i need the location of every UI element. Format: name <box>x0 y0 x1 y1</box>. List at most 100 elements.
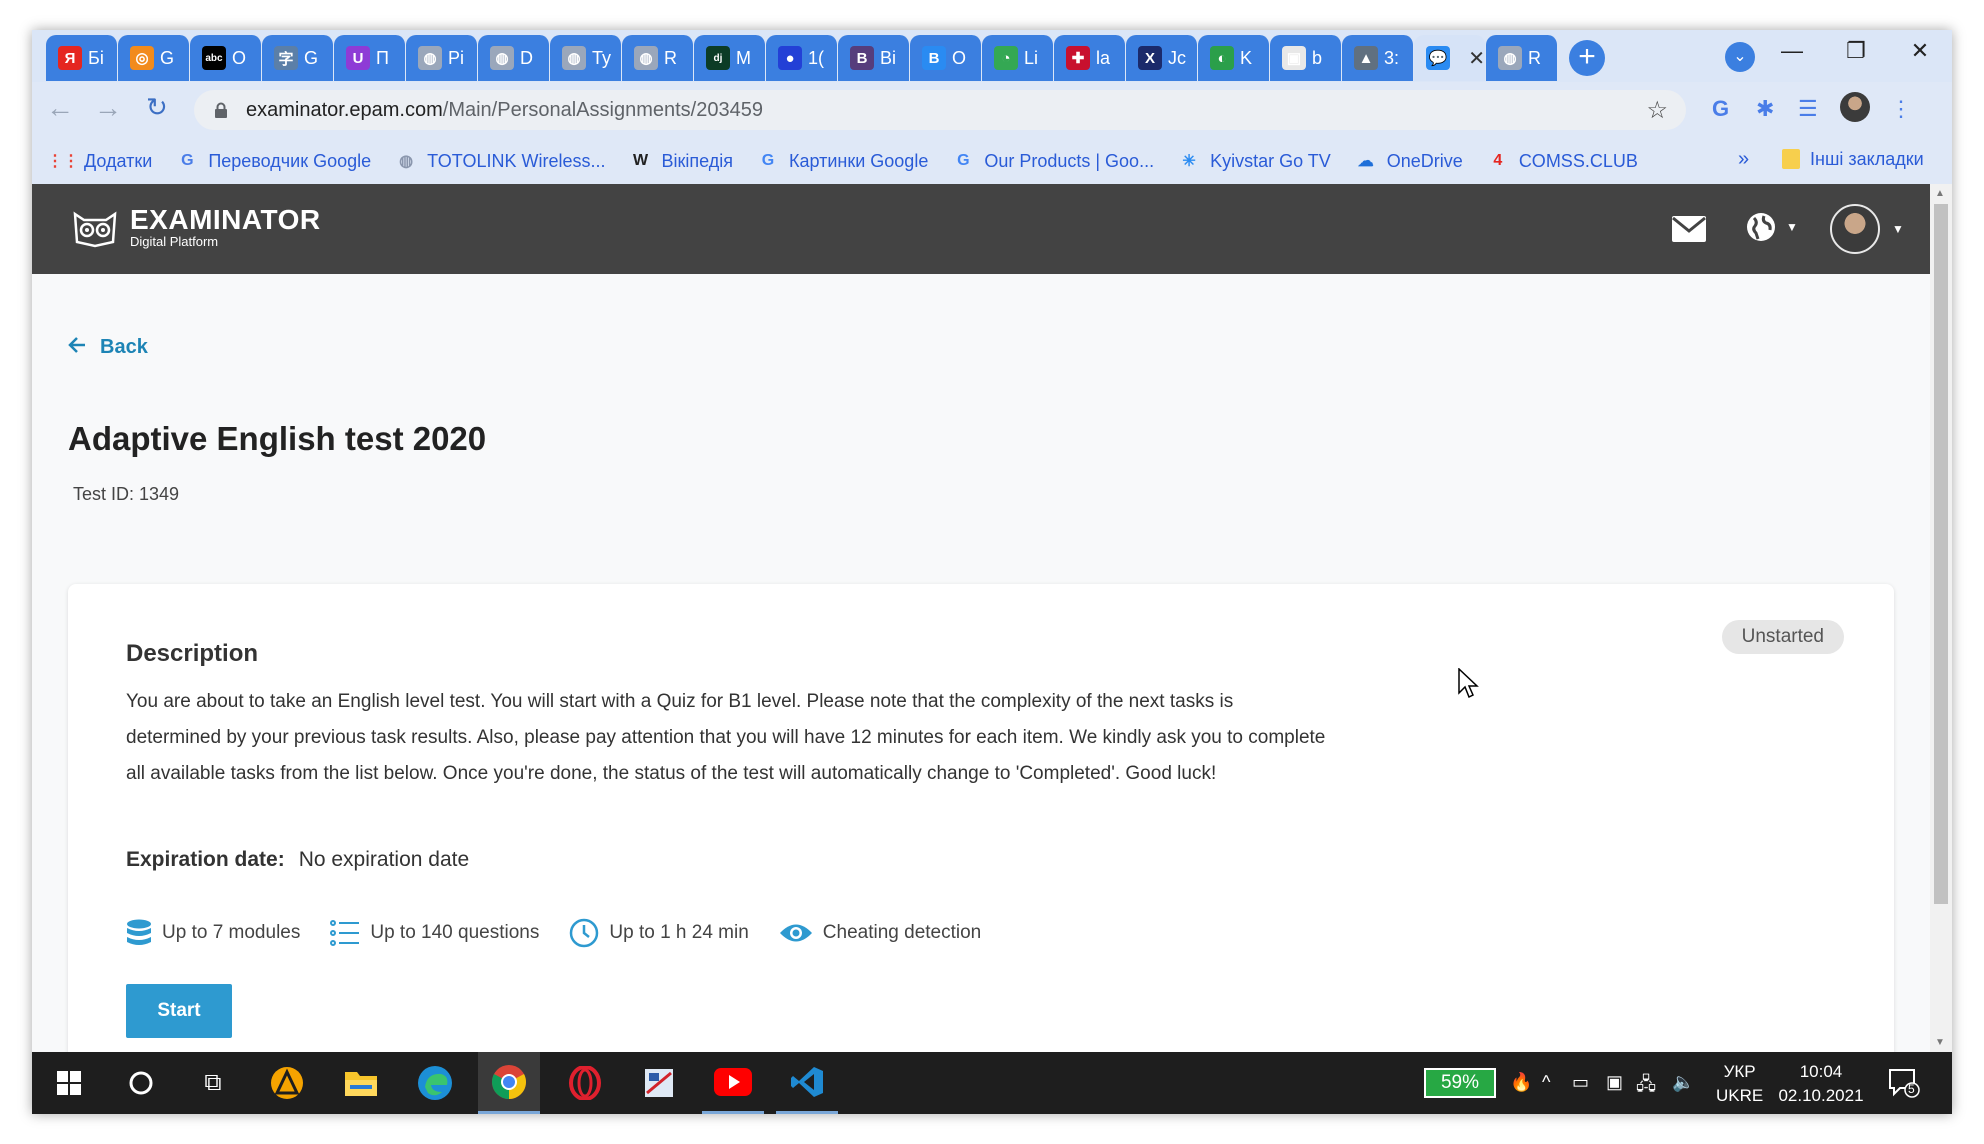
aimp-app-icon[interactable] <box>256 1052 318 1114</box>
edge-browser-icon[interactable] <box>404 1052 466 1114</box>
browser-tab[interactable]: X Jc <box>1126 35 1198 81</box>
browser-tab[interactable]: ◍ D <box>478 35 550 81</box>
bookmark-item[interactable]: G Картинки Google <box>757 150 929 172</box>
test-id: Test ID: 1349 <box>73 484 180 504</box>
browser-tab[interactable]: abc O <box>190 35 262 81</box>
browser-tab[interactable]: ◐ K <box>1198 35 1270 81</box>
user-menu[interactable]: ▼ <box>1830 204 1904 254</box>
back-link[interactable]: Back <box>68 336 148 359</box>
bookmark-item[interactable]: ⋮⋮ Додатки <box>47 150 153 172</box>
bookmark-label: TOTOLINK Wireless... <box>427 150 606 171</box>
back-label: Back <box>100 336 148 358</box>
browser-tab[interactable]: 💬 ✕ <box>1414 35 1486 81</box>
network-icon[interactable]: 🖧 <box>1636 1072 1656 1102</box>
reload-icon[interactable]: ↻ <box>146 92 168 123</box>
browser-tab[interactable]: ▣ b <box>1270 35 1342 81</box>
browser-tab[interactable]: ◍ Ty <box>550 35 622 81</box>
close-window-button[interactable]: ✕ <box>1890 38 1950 64</box>
avatar <box>1830 204 1880 254</box>
address-bar[interactable]: examinator.epam.com/Main/PersonalAssignm… <box>194 90 1686 130</box>
new-tab-button[interactable]: + <box>1569 40 1605 76</box>
google-icon: G <box>761 152 775 169</box>
system-clock[interactable]: 10:04 02.10.2021 <box>1772 1060 1870 1108</box>
bookmark-item[interactable]: G Our Products | Goo... <box>952 150 1154 172</box>
camera-tray-icon[interactable]: ▣ <box>1606 1072 1623 1093</box>
notification-center-icon <box>1889 1069 1920 1098</box>
task-view-icon[interactable]: ⧉ <box>182 1052 244 1114</box>
close-tab-icon[interactable]: ✕ <box>1468 46 1485 71</box>
start-windows-icon[interactable] <box>38 1052 100 1114</box>
forward-nav-icon[interactable]: → <box>94 92 122 124</box>
browser-tab[interactable]: ◍ R <box>1486 35 1558 81</box>
bookmark-label: COMSS.CLUB <box>1518 150 1638 171</box>
puzzle-extensions-icon[interactable]: ✱ <box>1756 96 1774 122</box>
bookmark-star-icon[interactable]: ☆ <box>1646 96 1668 125</box>
snipping-tool-icon[interactable] <box>628 1052 690 1114</box>
tab-search-button[interactable]: ⌄ <box>1725 42 1755 72</box>
mail-icon[interactable] <box>1672 216 1706 247</box>
bookmarks-more-button[interactable]: » <box>1738 148 1749 171</box>
cloud-icon: ☁ <box>1357 153 1374 170</box>
cortana-search-icon[interactable] <box>110 1052 172 1114</box>
media-queue-icon[interactable]: ☰ <box>1798 96 1818 122</box>
globe-icon: ◍ <box>418 46 442 70</box>
browser-tab[interactable]: 字G <box>262 35 334 81</box>
flame-tray-icon[interactable]: 🔥 <box>1510 1072 1532 1093</box>
browser-tab[interactable]: ◍ R <box>622 35 694 81</box>
bookmark-item[interactable]: G Переводчик Google <box>176 150 371 172</box>
tab-title: R <box>664 47 677 68</box>
file-explorer-icon[interactable] <box>330 1052 392 1114</box>
youtube-app-icon[interactable] <box>702 1052 764 1114</box>
browser-tab[interactable]: ▲ 3: <box>1342 35 1414 81</box>
start-button[interactable]: Start <box>126 984 232 1038</box>
scroll-thumb[interactable] <box>1934 204 1948 904</box>
browser-tab[interactable]: Я Бі <box>46 35 118 81</box>
notifications-button[interactable]: 5 <box>1888 1068 1920 1103</box>
page-scrollbar[interactable]: ▲ ▼ <box>1930 184 1952 1052</box>
browser-tab[interactable]: ◍ Pi <box>406 35 478 81</box>
profile-avatar-icon[interactable] <box>1840 92 1870 128</box>
other-bookmarks-folder[interactable]: Інші закладки <box>1782 142 1924 176</box>
examinator-logo[interactable]: EXAMINATOR Digital Platform <box>72 206 321 249</box>
scroll-down-icon[interactable]: ▼ <box>1935 1037 1945 1048</box>
bookmark-item[interactable]: 4 COMSS.CLUB <box>1487 150 1638 172</box>
browser-tab[interactable]: ● 1( <box>766 35 838 81</box>
browser-tab[interactable]: B Bi <box>838 35 910 81</box>
bookmark-item[interactable]: ☁ OneDrive <box>1355 150 1463 172</box>
input-language[interactable]: УКР UKRE <box>1716 1060 1763 1108</box>
kyivstar-icon: ◐ <box>1210 46 1234 70</box>
back-nav-icon[interactable]: ← <box>46 92 74 124</box>
minimize-button[interactable]: — <box>1762 38 1822 64</box>
translate-extension-icon[interactable]: G <box>1712 96 1729 122</box>
menu-kebab-icon[interactable]: ⋮ <box>1890 96 1912 122</box>
url-domain: examinator.epam.com <box>246 98 443 121</box>
restore-button[interactable]: ❐ <box>1826 38 1886 64</box>
browser-tab[interactable]: ◔ Li <box>982 35 1054 81</box>
language-selector[interactable]: ▼ <box>1746 212 1798 242</box>
browser-tab[interactable]: BO <box>910 35 982 81</box>
battery-indicator[interactable]: 59% <box>1424 1068 1496 1098</box>
vscode-app-icon[interactable] <box>776 1052 838 1114</box>
bookmark-item[interactable]: ◍ TOTOLINK Wireless... <box>395 150 605 172</box>
battery-tray-icon[interactable]: ▭ <box>1572 1072 1589 1093</box>
tab-title: G <box>304 47 319 68</box>
tab-title: b <box>1312 47 1323 68</box>
scroll-up-icon[interactable]: ▲ <box>1935 188 1945 199</box>
bookmark-item[interactable]: ✳ Kyivstar Go TV <box>1178 150 1330 172</box>
windows-taskbar: ⧉ 59% 🔥 ^ ▭ ▣ 🖧 🔈 УКР UKRE 10:04 02.10.2… <box>32 1052 1952 1114</box>
globe-icon: ◍ <box>634 46 658 70</box>
bookmark-item[interactable]: W Вікіпедія <box>630 150 733 172</box>
bookmark-label: Додатки <box>84 150 153 171</box>
browser-tab[interactable]: ✚ la <box>1054 35 1126 81</box>
chevron-up-icon[interactable]: ^ <box>1542 1072 1550 1093</box>
browser-tab[interactable]: dj M <box>694 35 766 81</box>
feature-questions: Up to 140 questions <box>330 918 539 948</box>
browser-tab[interactable]: ◎ G <box>118 35 190 81</box>
chrome-browser-icon[interactable] <box>478 1052 540 1114</box>
volume-icon[interactable]: 🔈 <box>1672 1072 1694 1093</box>
opera-browser-icon[interactable] <box>554 1052 616 1114</box>
test-card: Unstarted Description You are about to t… <box>68 584 1894 1052</box>
mouse-cursor-icon <box>1458 667 1480 705</box>
browser-tab[interactable]: UП <box>334 35 406 81</box>
test-features: Up to 7 modules Up to 140 questions Up t… <box>126 918 981 948</box>
